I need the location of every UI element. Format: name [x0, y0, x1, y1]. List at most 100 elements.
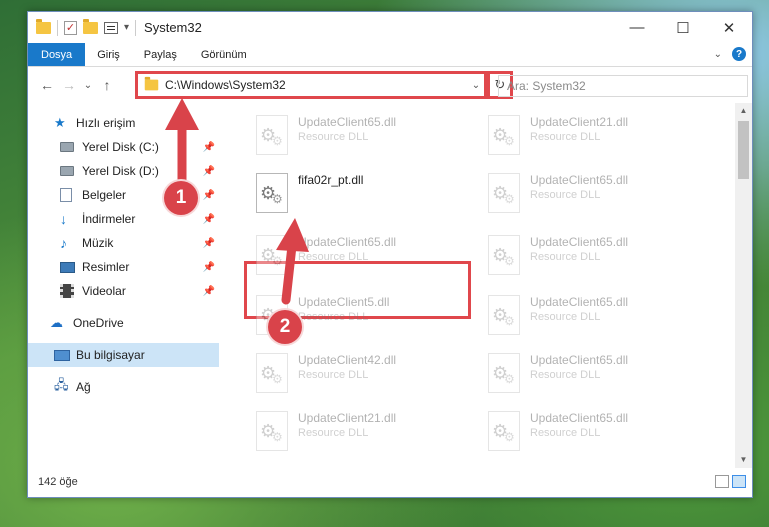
dll-file-icon: [488, 353, 520, 393]
list-item[interactable]: UpdateClient65.dll Resource DLL: [482, 349, 712, 401]
file-type: Resource DLL: [298, 369, 369, 381]
chevron-down-icon[interactable]: ▾: [124, 22, 129, 33]
forward-button[interactable]: →: [58, 77, 80, 93]
file-name: UpdateClient65.dll: [530, 353, 629, 367]
view-toggle: [715, 475, 746, 488]
minimize-button[interactable]: —: [614, 12, 660, 43]
list-item[interactable]: UpdateClient21.dll Resource DLL: [482, 111, 712, 163]
sidebar-item-pictures[interactable]: Resimler 📌: [28, 255, 219, 279]
sidebar-item-label: Resimler: [82, 260, 130, 274]
sidebar-item-label: Ağ: [76, 380, 91, 394]
file-type: Resource DLL: [298, 427, 369, 439]
file-name: UpdateClient65.dll: [530, 411, 629, 425]
search-box[interactable]: [498, 75, 748, 97]
file-type: Resource DLL: [530, 427, 601, 439]
sidebar-item-quick-access[interactable]: ★ Hızlı erişim: [28, 111, 219, 135]
list-item[interactable]: UpdateClient65.dll Resource DLL: [482, 231, 712, 283]
pin-icon[interactable]: 📌: [203, 214, 215, 225]
list-item-target-file[interactable]: fifa02r_pt.dll: [250, 169, 480, 221]
list-item[interactable]: UpdateClient42.dll Resource DLL: [250, 349, 480, 401]
sidebar-item-this-pc[interactable]: Bu bilgisayar: [28, 343, 219, 367]
tab-view[interactable]: Görünüm: [189, 43, 259, 66]
caption-buttons: — ☐ ✕: [614, 12, 752, 43]
list-item[interactable]: UpdateClient65.dll Resource DLL: [482, 291, 712, 343]
vertical-scrollbar[interactable]: ▲ ▼: [735, 103, 752, 468]
list-item[interactable]: UpdateClient65.dll Resource DLL: [482, 407, 712, 459]
file-name: UpdateClient65.dll: [530, 295, 629, 309]
scroll-down-icon[interactable]: ▼: [735, 452, 752, 468]
pin-icon[interactable]: 📌: [203, 190, 215, 201]
list-item[interactable]: UpdateClient65.dll Resource DLL: [250, 231, 480, 283]
dll-file-icon: [488, 411, 520, 451]
search-input[interactable]: [507, 79, 747, 93]
downloads-icon: ↓: [60, 211, 67, 227]
pictures-icon: [60, 261, 75, 273]
pin-icon[interactable]: 📌: [203, 238, 215, 249]
title-bar: ✓ ▾ System32 — ☐ ✕: [28, 12, 752, 43]
window-title: System32: [144, 20, 202, 35]
drive-icon: [60, 142, 74, 152]
address-bar[interactable]: C:\Windows\System32 ⌄: [135, 71, 487, 99]
expand-ribbon-icon[interactable]: ⌄: [714, 49, 722, 60]
list-item[interactable]: UpdateClient65.dll Resource DLL: [250, 111, 480, 163]
network-icon: 🖧: [54, 377, 69, 392]
file-name: UpdateClient65.dll: [530, 173, 629, 187]
cloud-icon: ☁: [50, 315, 63, 330]
file-name: fifa02r_pt.dll: [298, 173, 364, 187]
dll-file-icon: [488, 173, 520, 213]
quick-access-toolbar: ✓ ▾: [28, 18, 137, 36]
tab-share[interactable]: Paylaş: [132, 43, 189, 66]
close-button[interactable]: ✕: [706, 12, 752, 43]
sidebar-item-disk-d[interactable]: Yerel Disk (D:) 📌: [28, 159, 219, 183]
help-icon[interactable]: ?: [732, 47, 746, 61]
sidebar-item-label: İndirmeler: [82, 212, 136, 226]
tiles-view-icon[interactable]: [732, 475, 746, 488]
list-item[interactable]: UpdateClient21.dll Resource DLL: [250, 407, 480, 459]
file-type: Resource DLL: [530, 251, 601, 263]
pin-icon[interactable]: 📌: [203, 286, 215, 297]
address-path[interactable]: C:\Windows\System32: [165, 78, 468, 92]
tab-file[interactable]: Dosya: [28, 43, 86, 66]
folder-icon: [36, 18, 51, 34]
customize-icon[interactable]: [104, 21, 118, 34]
sidebar-item-videos[interactable]: Videolar 📌: [28, 279, 219, 303]
file-name: UpdateClient42.dll: [298, 353, 397, 367]
star-icon: ★: [54, 115, 66, 130]
scroll-up-icon[interactable]: ▲: [735, 103, 752, 119]
dll-file-icon: [488, 235, 520, 275]
details-view-icon[interactable]: [715, 475, 729, 488]
file-type: Resource DLL: [530, 189, 601, 201]
up-button[interactable]: ↑: [96, 77, 118, 93]
file-explorer-window: ✓ ▾ System32 — ☐ ✕ Dosya Giriş Paylaş Gö…: [27, 11, 753, 498]
dll-file-icon: [488, 115, 520, 155]
sidebar-item-music[interactable]: ♪ Müzik 📌: [28, 231, 219, 255]
navigation-bar: ← → ⌄ ↑ C:\Windows\System32 ⌄ ↻: [28, 67, 752, 103]
dll-file-icon: [256, 353, 288, 393]
tab-home[interactable]: Giriş: [85, 43, 132, 66]
dll-file-icon: [256, 411, 288, 451]
list-item[interactable]: UpdateClient65.dll Resource DLL: [482, 169, 712, 221]
pin-icon[interactable]: 📌: [203, 262, 215, 273]
file-type: Resource DLL: [298, 311, 369, 323]
ribbon-tabs: Dosya Giriş Paylaş Görünüm ⌄ ?: [28, 43, 752, 67]
sidebar-item-onedrive[interactable]: ☁ OneDrive: [28, 311, 219, 335]
pin-icon[interactable]: 📌: [203, 142, 215, 153]
navigation-pane: ★ Hızlı erişim Yerel Disk (C:) 📌 Yerel D…: [28, 103, 220, 468]
dll-file-icon: [256, 173, 288, 213]
maximize-button[interactable]: ☐: [660, 12, 706, 43]
pin-icon[interactable]: 📌: [203, 166, 215, 177]
sidebar-item-disk-c[interactable]: Yerel Disk (C:) 📌: [28, 135, 219, 159]
file-type: Resource DLL: [530, 311, 601, 323]
sidebar-item-network[interactable]: 🖧 Ağ: [28, 375, 219, 399]
back-button[interactable]: ←: [36, 77, 58, 93]
new-folder-icon[interactable]: [83, 18, 98, 34]
scroll-thumb[interactable]: [738, 121, 749, 179]
file-type: Resource DLL: [530, 131, 601, 143]
properties-check-icon[interactable]: ✓: [64, 20, 77, 35]
divider: [57, 19, 58, 36]
file-type: Resource DLL: [298, 251, 369, 263]
music-icon: ♪: [60, 235, 67, 251]
chevron-down-icon[interactable]: ⌄: [468, 80, 484, 91]
recent-locations-button[interactable]: ⌄: [80, 80, 96, 91]
